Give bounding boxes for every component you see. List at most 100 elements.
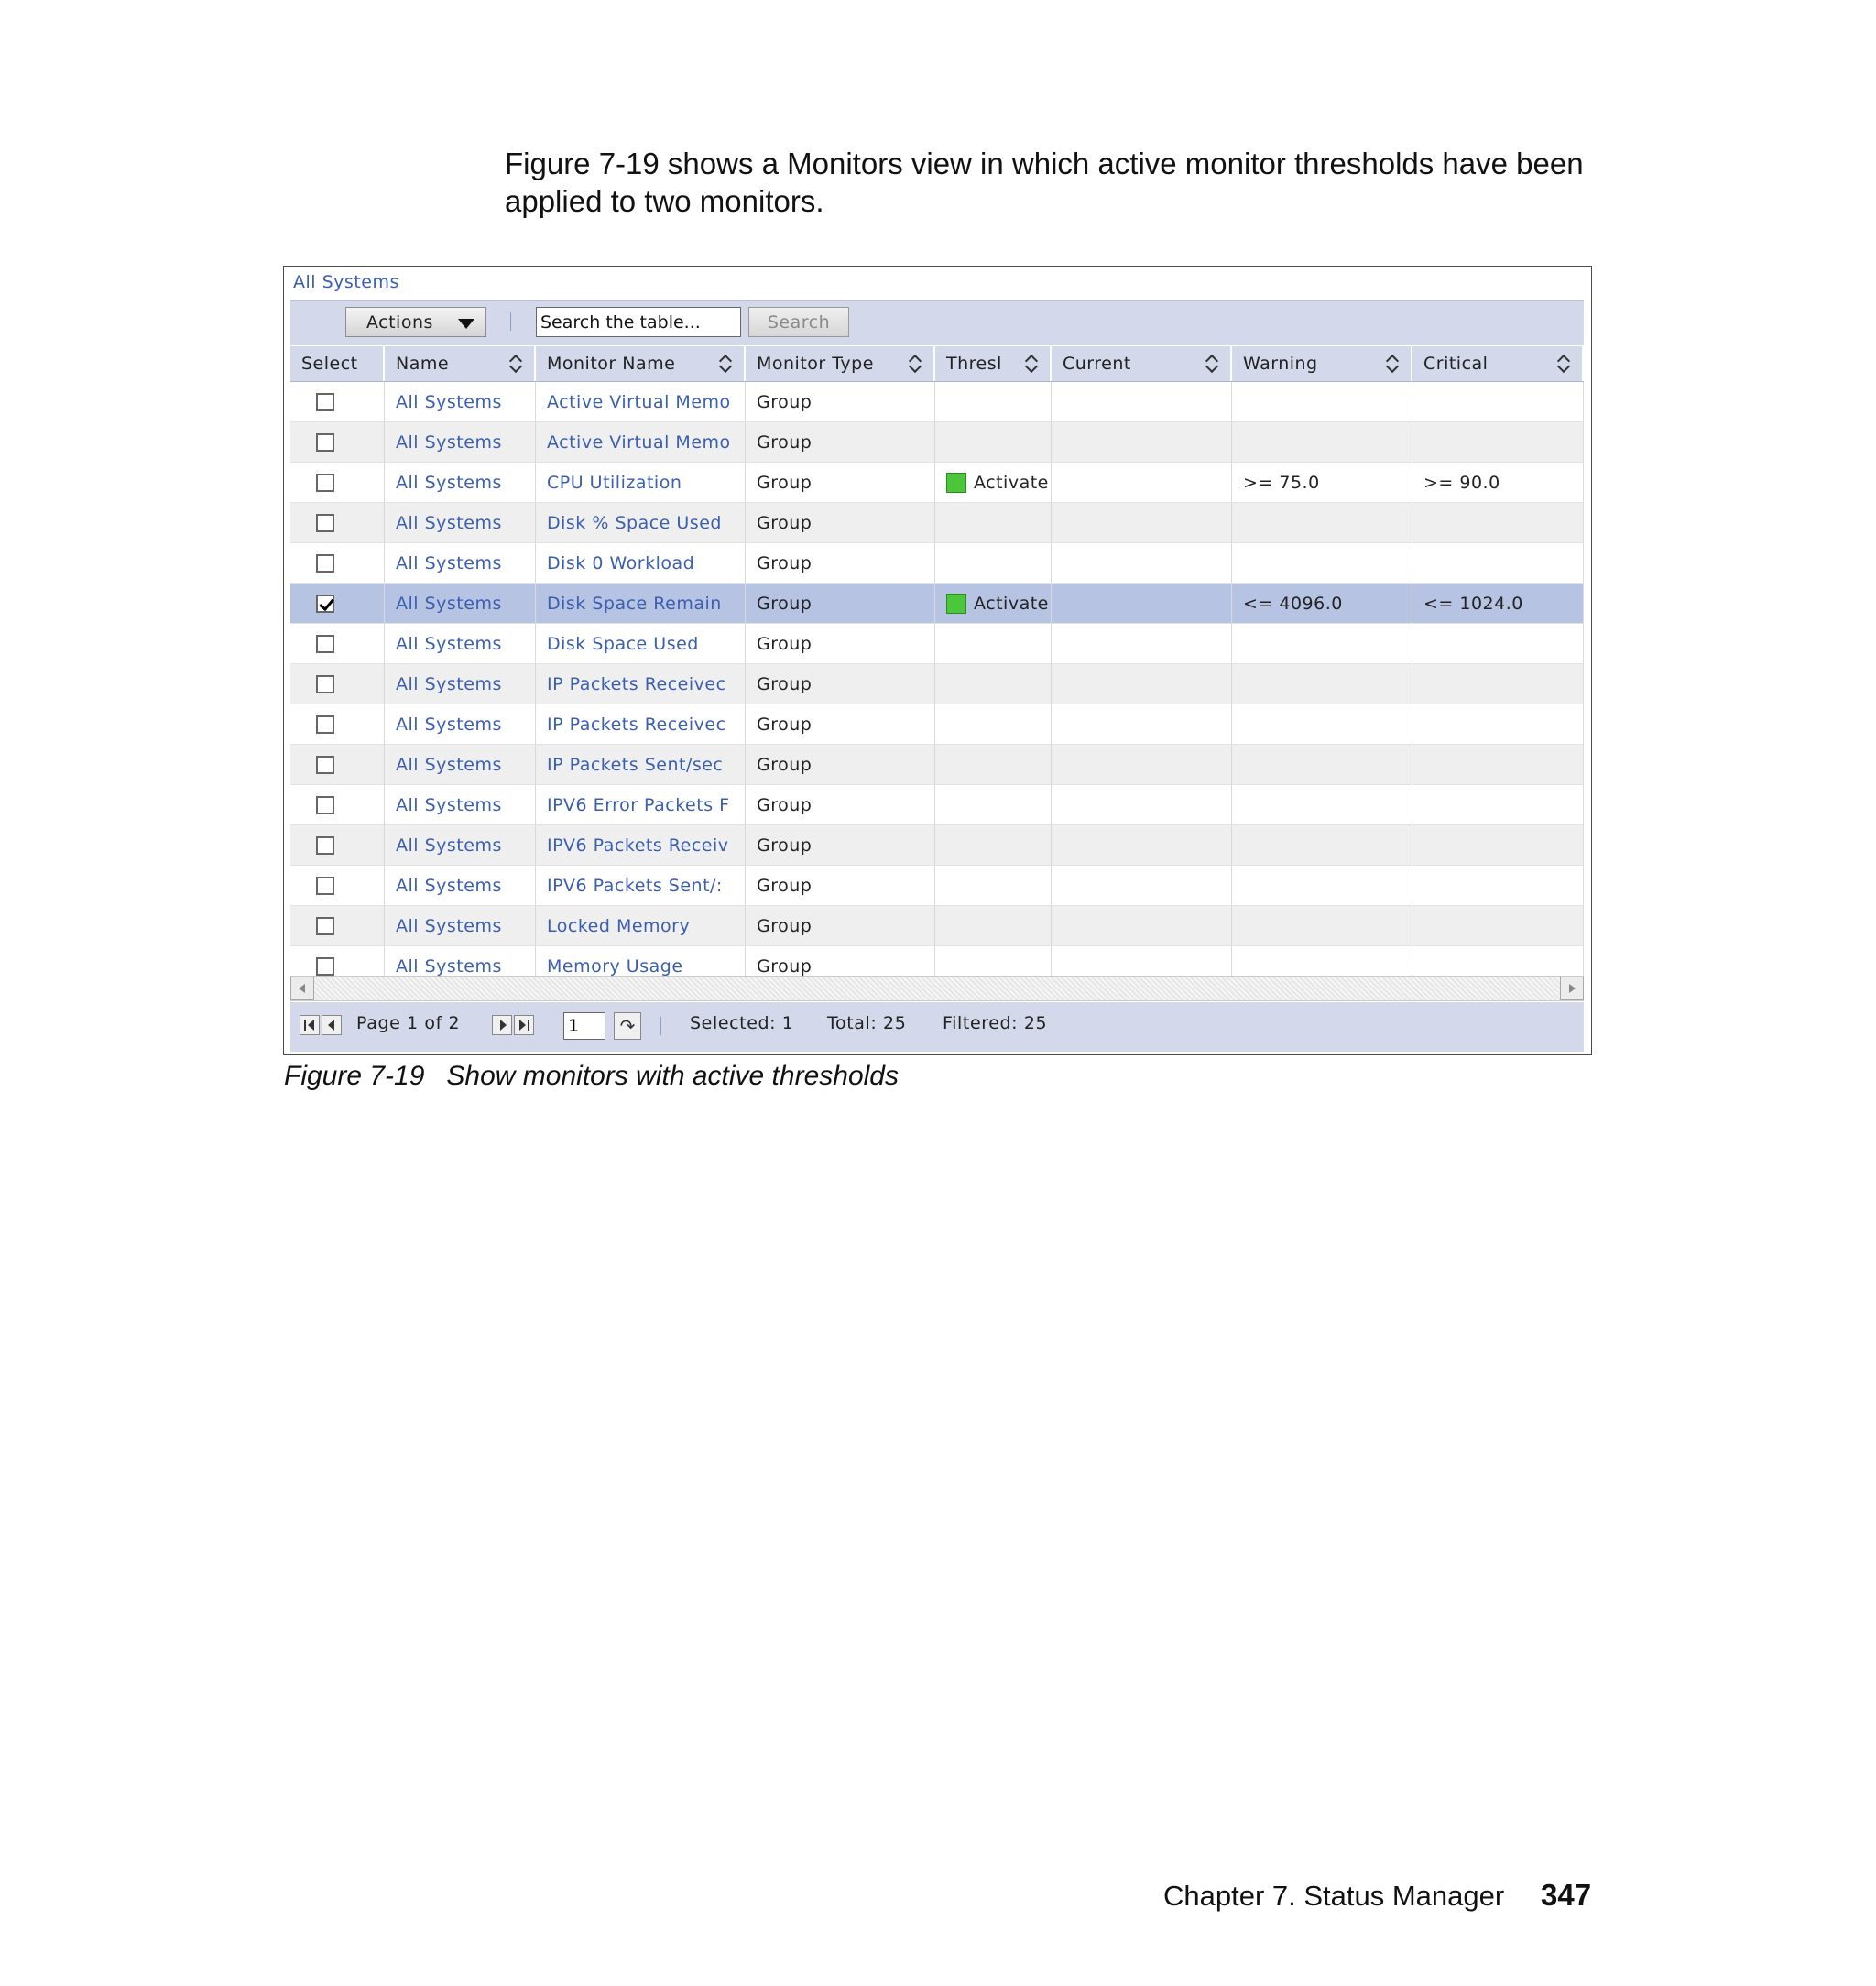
monitor-name-cell[interactable]: IPV6 Packets Sent/:: [536, 866, 746, 905]
name-cell-text[interactable]: All Systems: [396, 835, 502, 856]
name-cell-text[interactable]: All Systems: [396, 392, 502, 412]
monitor-name-cell-text[interactable]: IPV6 Packets Receiv: [547, 835, 728, 856]
table-row[interactable]: All Systems Disk Space Remain Group Activat…: [290, 584, 1584, 624]
name-cell[interactable]: All Systems: [385, 382, 536, 421]
checkbox-icon[interactable]: [316, 553, 334, 573]
column-header-warning[interactable]: Warning: [1232, 346, 1412, 381]
select-cell[interactable]: [290, 825, 385, 865]
name-cell[interactable]: All Systems: [385, 866, 536, 905]
name-cell[interactable]: All Systems: [385, 624, 536, 663]
name-cell-text[interactable]: All Systems: [396, 594, 502, 614]
table-row[interactable]: All Systems Disk Space Used Group: [290, 624, 1584, 664]
horizontal-scrollbar[interactable]: [290, 976, 1584, 1001]
name-cell[interactable]: All Systems: [385, 825, 536, 865]
sort-icon[interactable]: [1387, 354, 1400, 374]
name-cell-text[interactable]: All Systems: [396, 755, 502, 775]
monitor-name-cell[interactable]: Disk Space Remain: [536, 584, 746, 623]
sort-icon[interactable]: [1558, 354, 1571, 374]
monitor-name-cell-text[interactable]: IPV6 Packets Sent/:: [547, 876, 723, 896]
first-page-icon[interactable]: [300, 1015, 320, 1035]
name-cell[interactable]: All Systems: [385, 664, 536, 704]
name-cell-text[interactable]: All Systems: [396, 473, 502, 493]
checkbox-icon[interactable]: [316, 432, 334, 452]
table-row[interactable]: All Systems Locked Memory Group: [290, 906, 1584, 946]
select-cell[interactable]: [290, 463, 385, 502]
name-cell-text[interactable]: All Systems: [396, 432, 502, 453]
select-cell[interactable]: [290, 584, 385, 623]
name-cell-text[interactable]: All Systems: [396, 876, 502, 896]
monitor-name-cell-text[interactable]: Disk % Space Used: [547, 513, 722, 533]
scroll-right-icon[interactable]: [1560, 977, 1584, 1000]
last-page-icon[interactable]: [514, 1015, 534, 1035]
monitor-name-cell[interactable]: CPU Utilization: [536, 463, 746, 502]
monitor-name-cell-text[interactable]: CPU Utilization: [547, 473, 682, 493]
monitor-name-cell-text[interactable]: IP Packets Receivec: [547, 674, 726, 694]
checkbox-icon[interactable]: [316, 634, 334, 653]
select-cell[interactable]: [290, 866, 385, 905]
page-number-input[interactable]: [563, 1012, 605, 1040]
monitor-name-cell-text[interactable]: IP Packets Sent/sec: [547, 755, 723, 775]
checkbox-icon[interactable]: [316, 513, 334, 532]
name-cell[interactable]: All Systems: [385, 704, 536, 744]
select-cell[interactable]: [290, 704, 385, 744]
monitor-name-cell-text[interactable]: Disk Space Remain: [547, 594, 722, 614]
table-row[interactable]: All Systems Active Virtual Memo Group: [290, 382, 1584, 422]
monitor-name-cell-text[interactable]: Active Virtual Memo: [547, 432, 731, 453]
monitor-name-cell-text[interactable]: Disk 0 Workload: [547, 553, 694, 573]
name-cell-text[interactable]: All Systems: [396, 634, 502, 654]
monitor-name-cell-text[interactable]: Memory Usage: [547, 956, 683, 977]
select-cell[interactable]: [290, 503, 385, 542]
prev-page-icon[interactable]: [322, 1015, 342, 1035]
table-row[interactable]: All Systems IP Packets Sent/sec Group: [290, 745, 1584, 785]
name-cell[interactable]: All Systems: [385, 906, 536, 945]
monitor-name-cell-text[interactable]: Locked Memory: [547, 916, 690, 936]
checkbox-icon[interactable]: [316, 473, 334, 492]
name-cell-text[interactable]: All Systems: [396, 795, 502, 815]
monitor-name-cell[interactable]: IP Packets Receivec: [536, 704, 746, 744]
table-row[interactable]: All Systems IP Packets Receivec Group: [290, 704, 1584, 745]
select-cell[interactable]: [290, 745, 385, 784]
select-cell[interactable]: [290, 543, 385, 583]
go-arrow-icon[interactable]: ↷: [614, 1012, 641, 1040]
monitor-name-cell[interactable]: Disk % Space Used: [536, 503, 746, 542]
next-page-icon[interactable]: [492, 1015, 512, 1035]
name-cell[interactable]: All Systems: [385, 543, 536, 583]
column-header-thresl[interactable]: Thresl: [935, 346, 1052, 381]
monitor-name-cell[interactable]: Active Virtual Memo: [536, 382, 746, 421]
sort-icon[interactable]: [510, 354, 523, 374]
column-header-select[interactable]: Select: [290, 346, 385, 381]
monitor-name-cell[interactable]: IP Packets Sent/sec: [536, 745, 746, 784]
breadcrumb-all-systems[interactable]: All Systems: [293, 272, 399, 292]
name-cell-text[interactable]: All Systems: [396, 715, 502, 735]
table-row[interactable]: All Systems Disk % Space Used Group: [290, 503, 1584, 543]
monitor-name-cell-text[interactable]: Active Virtual Memo: [547, 392, 731, 412]
monitor-name-cell[interactable]: Active Virtual Memo: [536, 422, 746, 462]
table-row[interactable]: All Systems Disk 0 Workload Group: [290, 543, 1584, 584]
table-row[interactable]: All Systems Active Virtual Memo Group: [290, 422, 1584, 463]
monitor-name-cell-text[interactable]: IP Packets Receivec: [547, 715, 726, 735]
select-cell[interactable]: [290, 906, 385, 945]
search-button[interactable]: Search: [748, 307, 849, 337]
monitor-name-cell[interactable]: Disk Space Used: [536, 624, 746, 663]
scroll-left-icon[interactable]: [290, 977, 314, 1000]
select-cell[interactable]: [290, 422, 385, 462]
column-header-critical[interactable]: Critical: [1412, 346, 1584, 381]
name-cell[interactable]: All Systems: [385, 422, 536, 462]
sort-icon[interactable]: [720, 354, 733, 374]
checkbox-icon[interactable]: [316, 835, 334, 855]
name-cell-text[interactable]: All Systems: [396, 956, 502, 977]
checkbox-icon[interactable]: [316, 594, 334, 613]
monitor-name-cell-text[interactable]: IPV6 Error Packets F: [547, 795, 730, 815]
table-row[interactable]: All Systems IPV6 Packets Receiv Group: [290, 825, 1584, 866]
select-cell[interactable]: [290, 664, 385, 704]
monitor-name-cell[interactable]: IPV6 Error Packets F: [536, 785, 746, 824]
name-cell[interactable]: All Systems: [385, 785, 536, 824]
monitor-name-cell[interactable]: Disk 0 Workload: [536, 543, 746, 583]
name-cell-text[interactable]: All Systems: [396, 553, 502, 573]
table-row[interactable]: All Systems CPU Utilization Group Activate >…: [290, 463, 1584, 503]
name-cell-text[interactable]: All Systems: [396, 674, 502, 694]
checkbox-icon[interactable]: [316, 876, 334, 895]
select-cell[interactable]: [290, 382, 385, 421]
name-cell[interactable]: All Systems: [385, 463, 536, 502]
checkbox-icon[interactable]: [316, 715, 334, 734]
